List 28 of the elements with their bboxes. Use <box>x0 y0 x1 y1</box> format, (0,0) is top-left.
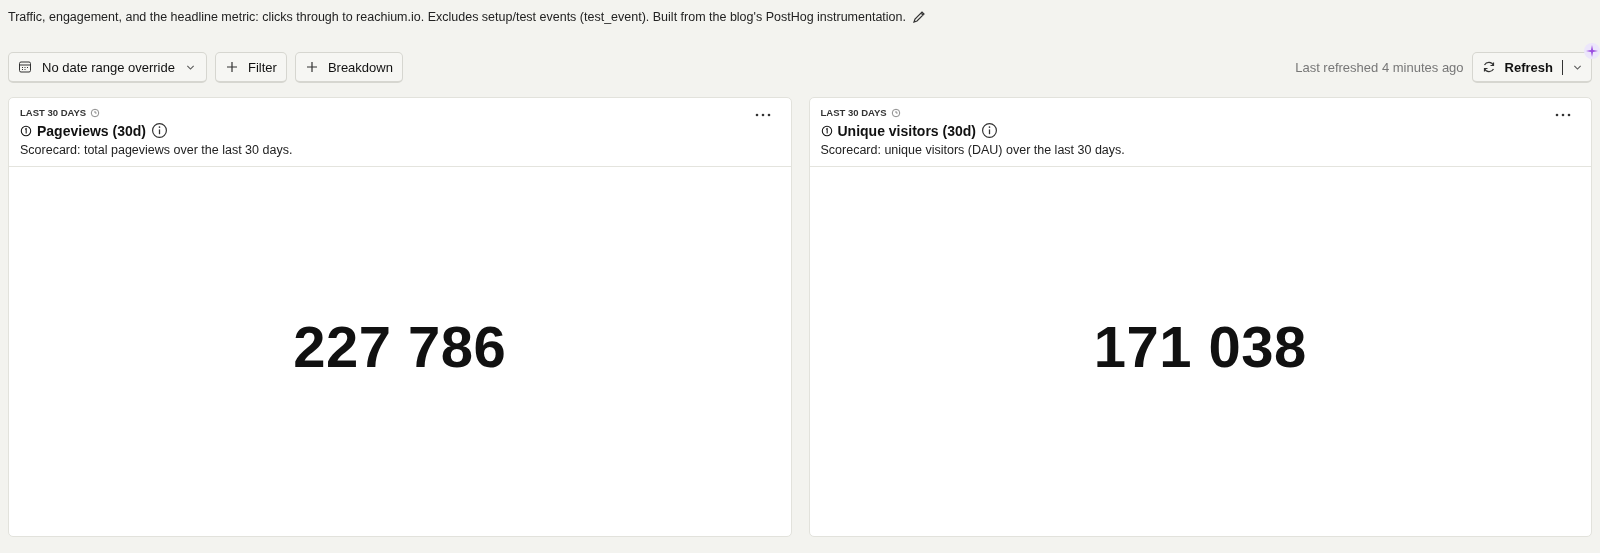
last-refreshed-text: Last refreshed 4 minutes ago <box>1295 60 1464 75</box>
insight-description: Scorecard: unique visitors (DAU) over the last 30 days. <box>820 143 1125 157</box>
info-icon[interactable] <box>150 122 168 139</box>
more-icon[interactable] <box>1555 112 1571 118</box>
refresh-button[interactable]: Refresh <box>1471 52 1592 83</box>
plus-icon <box>304 60 319 74</box>
insight-description: Scorecard: total pageviews over the last 30 days. <box>20 143 293 157</box>
clock-icon <box>890 107 901 118</box>
calendar-icon <box>18 60 32 74</box>
plus-icon <box>225 60 239 74</box>
date-range-dropdown[interactable]: No date range override <box>8 52 207 83</box>
insight-title: Unique visitors (30d) <box>837 122 976 139</box>
scorecard-value: 171 038 <box>1093 313 1307 380</box>
dashboard-description: Traffic, engagement, and the headline metric: clicks through to reachium.io. Excludes setup/test events (test_event). Built from the blog's PostHog instrumentation. <box>8 10 906 24</box>
scorecard-value: 227 786 <box>293 313 507 380</box>
clock-icon <box>90 107 101 118</box>
refresh-icon <box>1481 60 1496 74</box>
pencil-icon[interactable] <box>912 10 926 24</box>
breakdown-button[interactable]: Breakdown <box>294 52 403 83</box>
number-badge-icon <box>20 124 32 137</box>
sparkle-icon[interactable] <box>1584 43 1600 59</box>
more-icon[interactable] <box>754 112 771 118</box>
insight-title: Pageviews (30d) <box>37 122 146 139</box>
date-range-label: LAST 30 DAYS <box>20 107 87 118</box>
filter-button[interactable]: Filter <box>215 52 287 83</box>
info-icon[interactable] <box>980 122 998 139</box>
number-badge-icon <box>820 124 833 137</box>
date-range-label: LAST 30 DAYS <box>820 107 887 118</box>
